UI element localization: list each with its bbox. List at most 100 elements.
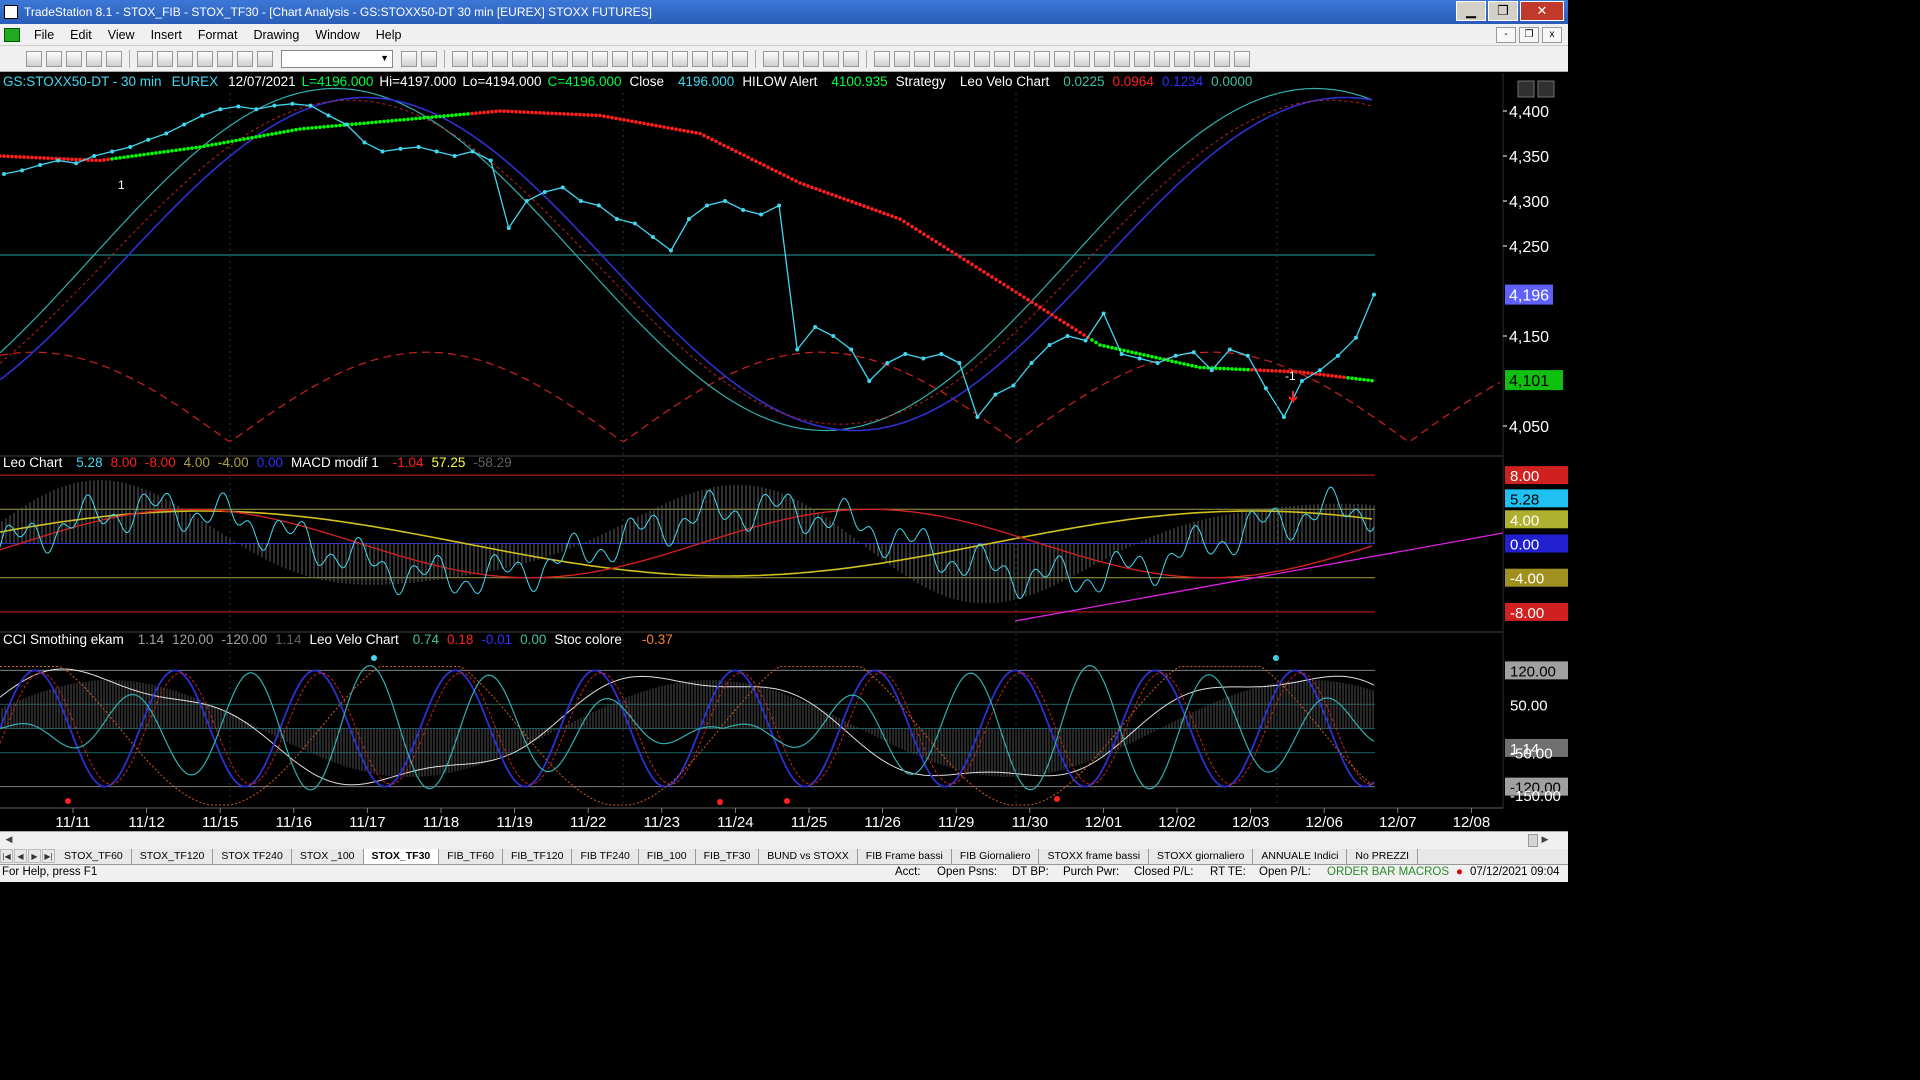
new-icon[interactable]: [26, 50, 42, 67]
play-icon[interactable]: [401, 50, 417, 67]
fib-lines-icon[interactable]: [894, 50, 910, 67]
layout-icon[interactable]: [572, 50, 588, 67]
matrix-icon[interactable]: [492, 50, 508, 67]
snapshot-icon[interactable]: [843, 50, 859, 67]
ellipse-icon[interactable]: [1194, 50, 1210, 67]
horizontal-scrollbar[interactable]: ◀ ▶: [0, 831, 1568, 849]
menu-help[interactable]: Help: [368, 28, 410, 42]
speed-lines-icon[interactable]: [974, 50, 990, 67]
pointer-icon[interactable]: [763, 50, 779, 67]
menu-drawing[interactable]: Drawing: [245, 28, 307, 42]
copy-icon[interactable]: [197, 50, 213, 67]
print-preview-icon[interactable]: [137, 50, 153, 67]
mdi-restore-button[interactable]: ❐: [1519, 26, 1539, 43]
indicator-icon[interactable]: [592, 50, 608, 67]
tab-fib-tf120[interactable]: FIB_TF120: [502, 849, 573, 864]
expand-icon[interactable]: [692, 50, 708, 67]
tab-stox-tf120[interactable]: STOX_TF120: [131, 849, 214, 864]
menu-view[interactable]: View: [100, 28, 143, 42]
tab-stoxx-frame-bassi[interactable]: STOXX frame bassi: [1039, 849, 1150, 864]
order-bar-macros[interactable]: ORDER BAR MACROS: [1327, 866, 1449, 878]
tab-next-icon[interactable]: ▶: [28, 849, 41, 863]
candle-icon[interactable]: [652, 50, 668, 67]
tab-fib-tf240[interactable]: FIB TF240: [572, 849, 639, 864]
tab-prev-icon[interactable]: ◀: [14, 849, 27, 863]
insert-icon[interactable]: [783, 50, 799, 67]
zoom-in-icon[interactable]: [712, 50, 728, 67]
arrow-up-icon[interactable]: [1174, 50, 1190, 67]
doc-icon[interactable]: [4, 27, 20, 42]
trend-ma-dot: [1114, 346, 1118, 351]
parallel-icon[interactable]: [1054, 50, 1070, 67]
paste-icon[interactable]: [217, 50, 233, 67]
mdi-close-button[interactable]: x: [1542, 26, 1562, 43]
fan-icon[interactable]: [1014, 50, 1030, 67]
tab-fib-100[interactable]: FIB_100: [638, 849, 696, 864]
bar-chart-icon[interactable]: [632, 50, 648, 67]
arc-icon[interactable]: [1134, 50, 1150, 67]
chart-window-icon[interactable]: [452, 50, 468, 67]
scanner-icon[interactable]: [532, 50, 548, 67]
cycle-icon[interactable]: [1074, 50, 1090, 67]
chart-area[interactable]: 1 -1 11/11 11/12 11/15 11/16 11/17 11/18 11/19 1…: [0, 73, 1568, 831]
text-icon[interactable]: [1234, 50, 1250, 67]
tab-stoxx-giornaliero[interactable]: STOXX giornaliero: [1149, 849, 1254, 864]
price-close-point: [1011, 383, 1016, 388]
mdi-minimize-button[interactable]: -: [1496, 26, 1516, 43]
tab-fib-tf30[interactable]: FIB_TF30: [695, 849, 760, 864]
tab-fib-giornaliero[interactable]: FIB Giornaliero: [951, 849, 1040, 864]
zoom-out-icon[interactable]: [732, 50, 748, 67]
tab-stox-100[interactable]: STOX _100: [291, 849, 364, 864]
save-icon[interactable]: [66, 50, 82, 67]
save-all-icon[interactable]: [86, 50, 102, 67]
pen-icon[interactable]: [1114, 50, 1130, 67]
export-icon[interactable]: [823, 50, 839, 67]
tab-bund-vs-stoxx[interactable]: BUND vs STOXX: [759, 849, 858, 864]
cut-icon[interactable]: [177, 50, 193, 67]
folder-icon[interactable]: [106, 50, 122, 67]
tab-no-prezzi[interactable]: No PREZZI: [1347, 849, 1419, 864]
menu-edit[interactable]: Edit: [62, 28, 100, 42]
tab-fib-tf60[interactable]: FIB_TF60: [439, 849, 503, 864]
tab-last-icon[interactable]: ▶|: [42, 849, 55, 863]
channel-icon[interactable]: [934, 50, 950, 67]
tab-stox-tf30[interactable]: STOX_TF30: [363, 849, 440, 864]
scroll-right-icon[interactable]: ▶: [1538, 834, 1552, 847]
news-icon[interactable]: [512, 50, 528, 67]
radar-screen-icon[interactable]: [472, 50, 488, 67]
trend-ma-dot: [42, 156, 46, 160]
tab-first-icon[interactable]: |◀: [0, 849, 13, 863]
open-icon[interactable]: [46, 50, 62, 67]
symbol-dropdown[interactable]: ▼: [281, 49, 393, 68]
restore-button[interactable]: ❐: [1488, 1, 1518, 21]
horizontal-line-icon[interactable]: [914, 50, 930, 67]
menu-window[interactable]: Window: [307, 28, 367, 42]
search-symbol-icon[interactable]: [421, 50, 437, 67]
menu-insert[interactable]: Insert: [143, 28, 190, 42]
palette-icon[interactable]: [257, 50, 273, 67]
tab-stox-tf240[interactable]: STOX TF240: [213, 849, 292, 864]
vertical-line-icon[interactable]: [994, 50, 1010, 67]
scrollbar-thumb[interactable]: [1528, 834, 1538, 847]
close-button[interactable]: ✕: [1520, 1, 1564, 21]
minimize-button[interactable]: ▁: [1456, 1, 1486, 21]
trendline-icon[interactable]: [874, 50, 890, 67]
lock-icon[interactable]: [237, 50, 253, 67]
print-icon[interactable]: [157, 50, 173, 67]
spiral-icon[interactable]: [1094, 50, 1110, 67]
arrow-both-icon[interactable]: [1034, 50, 1050, 67]
scroll-left-icon[interactable]: ◀: [2, 834, 16, 847]
tools-icon[interactable]: [803, 50, 819, 67]
arrow-down-icon[interactable]: [1154, 50, 1170, 67]
gann-icon[interactable]: [954, 50, 970, 67]
tab-annuale-indici[interactable]: ANNUALE Indici: [1253, 849, 1348, 864]
line-chart-icon[interactable]: [672, 50, 688, 67]
tab-stox-tf60[interactable]: STOX_TF60: [56, 849, 132, 864]
chart-svg[interactable]: 1 -1 11/11 11/12 11/15 11/16 11/17 11/18 11/19 1…: [0, 73, 1568, 831]
rectangle-icon[interactable]: [1214, 50, 1230, 67]
strategy-icon[interactable]: [612, 50, 628, 67]
workspace-icon[interactable]: [552, 50, 568, 67]
menu-format[interactable]: Format: [190, 28, 246, 42]
tab-fib-frame-bassi[interactable]: FIB Frame bassi: [857, 849, 952, 864]
menu-file[interactable]: File: [26, 28, 62, 42]
